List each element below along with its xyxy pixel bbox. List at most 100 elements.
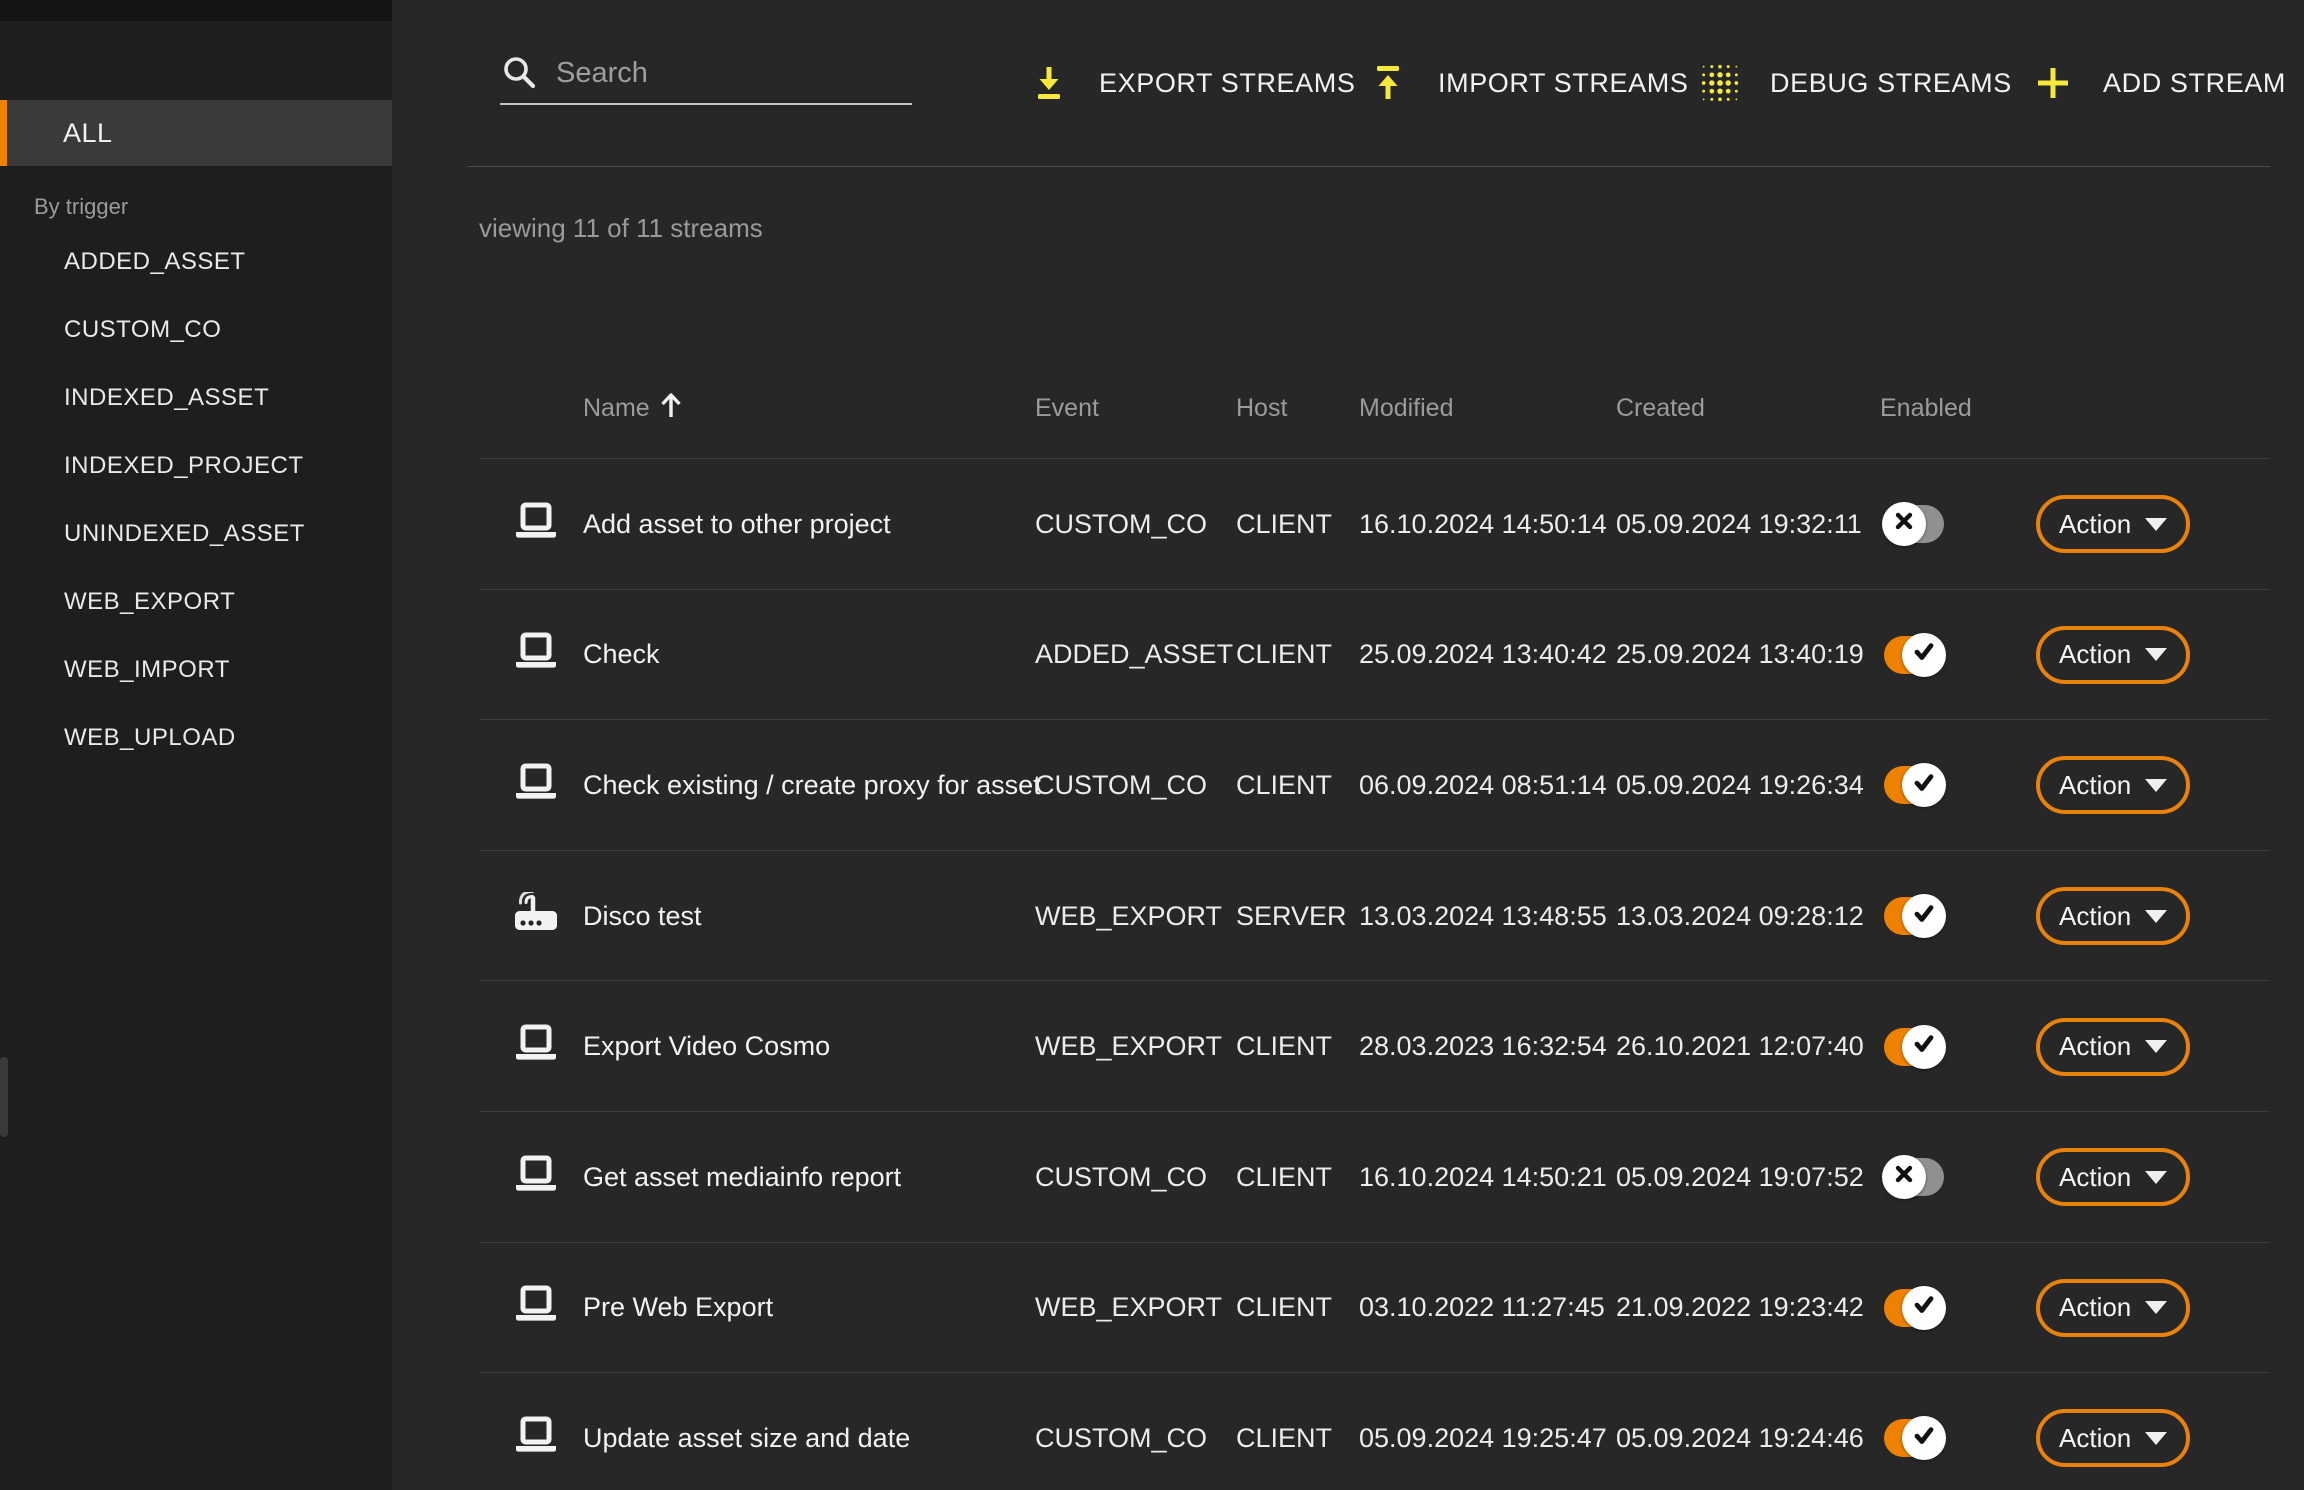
toggle-thumb: [1902, 1416, 1946, 1460]
action-button[interactable]: Action: [2036, 626, 2190, 684]
chevron-down-icon: [2145, 779, 2167, 792]
stream-name: Get asset mediainfo report: [583, 1112, 901, 1243]
stream-host: SERVER: [1236, 851, 1347, 982]
sidebar-item-label: CUSTOM_CO: [64, 316, 221, 344]
action-button[interactable]: Action: [2036, 1279, 2190, 1337]
stream-event: CUSTOM_CO: [1035, 1373, 1207, 1490]
column-header-created[interactable]: Created: [1616, 380, 1705, 436]
toggle-thumb: [1902, 894, 1946, 938]
laptop-icon: [514, 632, 558, 677]
enabled-toggle[interactable]: [1884, 636, 1944, 674]
stream-row[interactable]: Pre Web Export WEB_EXPORT CLIENT 03.10.2…: [0, 1243, 2304, 1374]
stream-modified: 25.09.2024 13:40:42: [1359, 590, 1607, 721]
action-button-label: Action: [2059, 639, 2131, 670]
stream-host: CLIENT: [1236, 1112, 1332, 1243]
column-header-modified[interactable]: Modified: [1359, 380, 1454, 436]
enabled-toggle[interactable]: [1884, 1419, 1944, 1457]
sidebar-top-strip: [0, 0, 392, 21]
sidebar-item-custom_co[interactable]: CUSTOM_CO: [0, 296, 392, 364]
toggle-check-icon: [1911, 638, 1937, 671]
sidebar-item-all[interactable]: ALL: [0, 100, 392, 166]
stream-event: WEB_EXPORT: [1035, 981, 1222, 1112]
debug-streams-label: DEBUG STREAMS: [1770, 68, 2012, 99]
enabled-toggle[interactable]: [1884, 766, 1944, 804]
laptop-icon: [514, 502, 558, 547]
toggle-thumb: [1902, 1286, 1946, 1330]
stream-modified: 16.10.2024 14:50:21: [1359, 1112, 1607, 1243]
action-button[interactable]: Action: [2036, 1148, 2190, 1206]
stream-modified: 03.10.2022 11:27:45: [1359, 1243, 1605, 1374]
toggle-thumb: [1902, 633, 1946, 677]
stream-name: Disco test: [583, 851, 702, 982]
laptop-icon: [514, 1155, 558, 1200]
enabled-toggle[interactable]: [1884, 1028, 1944, 1066]
action-button[interactable]: Action: [2036, 756, 2190, 814]
toggle-x-icon: [1892, 1162, 1916, 1193]
sidebar-item-label: ADDED_ASSET: [64, 248, 246, 276]
stream-row[interactable]: Check ADDED_ASSET CLIENT 25.09.2024 13:4…: [0, 590, 2304, 721]
sort-ascending-icon: [658, 390, 684, 427]
search-input[interactable]: [554, 49, 912, 97]
action-button-label: Action: [2059, 1031, 2131, 1062]
stream-created: 25.09.2024 13:40:19: [1616, 590, 1864, 721]
enabled-toggle[interactable]: [1884, 1158, 1944, 1196]
stream-created: 21.09.2022 19:23:42: [1616, 1243, 1864, 1374]
stream-host: CLIENT: [1236, 590, 1332, 721]
stream-row[interactable]: Check existing / create proxy for asset …: [0, 720, 2304, 851]
add-stream-label: ADD STREAM: [2103, 68, 2286, 99]
action-button[interactable]: Action: [2036, 887, 2190, 945]
stream-modified: 16.10.2024 14:50:14: [1359, 459, 1607, 590]
stream-created: 05.09.2024 19:07:52: [1616, 1112, 1864, 1243]
search-field: [500, 43, 912, 105]
chevron-down-icon: [2145, 1432, 2167, 1445]
stream-name: Export Video Cosmo: [583, 981, 830, 1112]
import-streams-button[interactable]: IMPORT STREAMS: [1368, 52, 1688, 114]
toggle-check-icon: [1911, 769, 1937, 802]
enabled-toggle[interactable]: [1884, 897, 1944, 935]
add-stream-button[interactable]: ADD STREAM: [2033, 52, 2286, 114]
toggle-x-icon: [1892, 509, 1916, 540]
stream-row[interactable]: Add asset to other project CUSTOM_CO CLI…: [0, 459, 2304, 590]
add-stream-icon: [2033, 59, 2073, 107]
import-streams-label: IMPORT STREAMS: [1438, 68, 1688, 99]
stream-row[interactable]: Update asset size and date CUSTOM_CO CLI…: [0, 1373, 2304, 1490]
enabled-toggle[interactable]: [1884, 1289, 1944, 1327]
export-streams-icon: [1029, 59, 1069, 107]
debug-streams-button[interactable]: DEBUG STREAMS: [1700, 52, 2012, 114]
stream-event: WEB_EXPORT: [1035, 851, 1222, 982]
stream-name: Check: [583, 590, 660, 721]
action-button[interactable]: Action: [2036, 1409, 2190, 1467]
action-button[interactable]: Action: [2036, 495, 2190, 553]
sidebar-item-added_asset[interactable]: ADDED_ASSET: [0, 228, 392, 296]
toggle-thumb: [1882, 502, 1926, 546]
stream-host: CLIENT: [1236, 1373, 1332, 1490]
stream-row[interactable]: Disco test WEB_EXPORT SERVER 13.03.2024 …: [0, 851, 2304, 982]
stream-event: ADDED_ASSET: [1035, 590, 1233, 721]
stream-name: Pre Web Export: [583, 1243, 773, 1374]
streams-app: ALL By trigger ADDED_ASSET CUSTOM_CO IND…: [0, 0, 2304, 1490]
toggle-thumb: [1902, 1025, 1946, 1069]
laptop-icon: [514, 1416, 558, 1461]
chevron-down-icon: [2145, 518, 2167, 531]
stream-created: 13.03.2024 09:28:12: [1616, 851, 1864, 982]
stream-event: WEB_EXPORT: [1035, 1243, 1222, 1374]
export-streams-button[interactable]: EXPORT STREAMS: [1029, 52, 1355, 114]
laptop-icon: [514, 763, 558, 808]
action-button-label: Action: [2059, 509, 2131, 540]
action-button[interactable]: Action: [2036, 1018, 2190, 1076]
stream-host: CLIENT: [1236, 1243, 1332, 1374]
debug-streams-icon: [1700, 59, 1740, 107]
enabled-toggle[interactable]: [1884, 505, 1944, 543]
sidebar-item-all-label: ALL: [63, 118, 113, 149]
stream-row[interactable]: Export Video Cosmo WEB_EXPORT CLIENT 28.…: [0, 981, 2304, 1112]
column-header-host[interactable]: Host: [1236, 380, 1287, 436]
column-header-event[interactable]: Event: [1035, 380, 1099, 436]
toggle-thumb: [1882, 1155, 1926, 1199]
by-trigger-label: By trigger: [34, 194, 128, 220]
toggle-check-icon: [1911, 1422, 1937, 1455]
column-header-name[interactable]: Name: [583, 380, 684, 436]
stream-created: 05.09.2024 19:26:34: [1616, 720, 1864, 851]
column-header-enabled[interactable]: Enabled: [1880, 380, 1972, 436]
stream-row[interactable]: Get asset mediainfo report CUSTOM_CO CLI…: [0, 1112, 2304, 1243]
stream-name: Add asset to other project: [583, 459, 891, 590]
